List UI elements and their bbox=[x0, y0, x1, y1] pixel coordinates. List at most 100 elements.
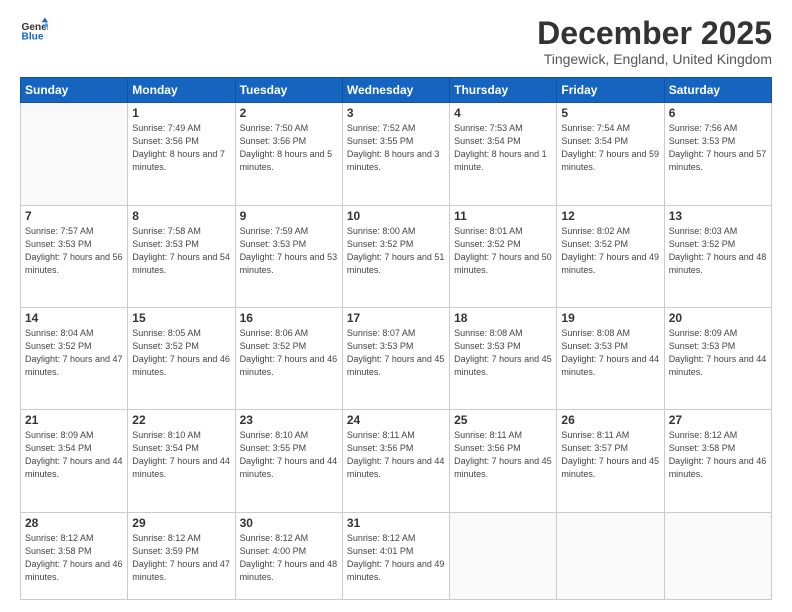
day-number: 26 bbox=[561, 413, 659, 427]
table-row: 14 Sunrise: 8:04 AMSunset: 3:52 PMDaylig… bbox=[21, 307, 128, 409]
table-row: 20 Sunrise: 8:09 AMSunset: 3:53 PMDaylig… bbox=[664, 307, 771, 409]
header-row: Sunday Monday Tuesday Wednesday Thursday… bbox=[21, 78, 772, 103]
title-block: December 2025 Tingewick, England, United… bbox=[537, 16, 772, 67]
table-row bbox=[450, 512, 557, 600]
day-number: 30 bbox=[240, 516, 338, 530]
col-thursday: Thursday bbox=[450, 78, 557, 103]
day-number: 8 bbox=[132, 209, 230, 223]
day-info: Sunrise: 8:12 AMSunset: 3:59 PMDaylight:… bbox=[132, 532, 230, 584]
day-number: 25 bbox=[454, 413, 552, 427]
day-info: Sunrise: 8:10 AMSunset: 3:54 PMDaylight:… bbox=[132, 429, 230, 481]
calendar-table: Sunday Monday Tuesday Wednesday Thursday… bbox=[20, 77, 772, 600]
day-info: Sunrise: 8:03 AMSunset: 3:52 PMDaylight:… bbox=[669, 225, 767, 277]
day-number: 7 bbox=[25, 209, 123, 223]
day-info: Sunrise: 8:09 AMSunset: 3:53 PMDaylight:… bbox=[669, 327, 767, 379]
table-row: 31 Sunrise: 8:12 AMSunset: 4:01 PMDaylig… bbox=[342, 512, 449, 600]
day-info: Sunrise: 7:56 AMSunset: 3:53 PMDaylight:… bbox=[669, 122, 767, 174]
day-number: 13 bbox=[669, 209, 767, 223]
day-info: Sunrise: 7:52 AMSunset: 3:55 PMDaylight:… bbox=[347, 122, 445, 174]
day-number: 29 bbox=[132, 516, 230, 530]
day-number: 15 bbox=[132, 311, 230, 325]
day-info: Sunrise: 7:59 AMSunset: 3:53 PMDaylight:… bbox=[240, 225, 338, 277]
week-row-1: 1 Sunrise: 7:49 AMSunset: 3:56 PMDayligh… bbox=[21, 103, 772, 205]
logo-icon: General Blue bbox=[20, 16, 48, 44]
day-info: Sunrise: 8:11 AMSunset: 3:56 PMDaylight:… bbox=[347, 429, 445, 481]
table-row bbox=[557, 512, 664, 600]
day-number: 10 bbox=[347, 209, 445, 223]
table-row: 18 Sunrise: 8:08 AMSunset: 3:53 PMDaylig… bbox=[450, 307, 557, 409]
table-row: 6 Sunrise: 7:56 AMSunset: 3:53 PMDayligh… bbox=[664, 103, 771, 205]
month-title: December 2025 bbox=[537, 16, 772, 51]
day-number: 4 bbox=[454, 106, 552, 120]
day-number: 19 bbox=[561, 311, 659, 325]
day-number: 16 bbox=[240, 311, 338, 325]
table-row: 4 Sunrise: 7:53 AMSunset: 3:54 PMDayligh… bbox=[450, 103, 557, 205]
day-number: 23 bbox=[240, 413, 338, 427]
day-number: 28 bbox=[25, 516, 123, 530]
day-number: 3 bbox=[347, 106, 445, 120]
day-number: 18 bbox=[454, 311, 552, 325]
week-row-4: 21 Sunrise: 8:09 AMSunset: 3:54 PMDaylig… bbox=[21, 410, 772, 512]
day-info: Sunrise: 8:01 AMSunset: 3:52 PMDaylight:… bbox=[454, 225, 552, 277]
day-info: Sunrise: 8:10 AMSunset: 3:55 PMDaylight:… bbox=[240, 429, 338, 481]
day-info: Sunrise: 8:07 AMSunset: 3:53 PMDaylight:… bbox=[347, 327, 445, 379]
day-info: Sunrise: 7:50 AMSunset: 3:56 PMDaylight:… bbox=[240, 122, 338, 174]
table-row: 22 Sunrise: 8:10 AMSunset: 3:54 PMDaylig… bbox=[128, 410, 235, 512]
logo: General Blue bbox=[20, 16, 48, 44]
day-number: 27 bbox=[669, 413, 767, 427]
table-row: 10 Sunrise: 8:00 AMSunset: 3:52 PMDaylig… bbox=[342, 205, 449, 307]
location: Tingewick, England, United Kingdom bbox=[537, 51, 772, 67]
day-number: 11 bbox=[454, 209, 552, 223]
day-number: 6 bbox=[669, 106, 767, 120]
table-row: 7 Sunrise: 7:57 AMSunset: 3:53 PMDayligh… bbox=[21, 205, 128, 307]
day-info: Sunrise: 8:08 AMSunset: 3:53 PMDaylight:… bbox=[561, 327, 659, 379]
table-row: 16 Sunrise: 8:06 AMSunset: 3:52 PMDaylig… bbox=[235, 307, 342, 409]
day-info: Sunrise: 7:49 AMSunset: 3:56 PMDaylight:… bbox=[132, 122, 230, 174]
day-info: Sunrise: 7:53 AMSunset: 3:54 PMDaylight:… bbox=[454, 122, 552, 174]
day-info: Sunrise: 8:12 AMSunset: 3:58 PMDaylight:… bbox=[669, 429, 767, 481]
table-row: 1 Sunrise: 7:49 AMSunset: 3:56 PMDayligh… bbox=[128, 103, 235, 205]
day-info: Sunrise: 8:11 AMSunset: 3:56 PMDaylight:… bbox=[454, 429, 552, 481]
table-row: 27 Sunrise: 8:12 AMSunset: 3:58 PMDaylig… bbox=[664, 410, 771, 512]
table-row: 25 Sunrise: 8:11 AMSunset: 3:56 PMDaylig… bbox=[450, 410, 557, 512]
day-number: 14 bbox=[25, 311, 123, 325]
day-info: Sunrise: 8:08 AMSunset: 3:53 PMDaylight:… bbox=[454, 327, 552, 379]
table-row: 13 Sunrise: 8:03 AMSunset: 3:52 PMDaylig… bbox=[664, 205, 771, 307]
day-number: 24 bbox=[347, 413, 445, 427]
day-number: 12 bbox=[561, 209, 659, 223]
table-row: 12 Sunrise: 8:02 AMSunset: 3:52 PMDaylig… bbox=[557, 205, 664, 307]
table-row: 30 Sunrise: 8:12 AMSunset: 4:00 PMDaylig… bbox=[235, 512, 342, 600]
day-info: Sunrise: 8:12 AMSunset: 3:58 PMDaylight:… bbox=[25, 532, 123, 584]
day-info: Sunrise: 8:05 AMSunset: 3:52 PMDaylight:… bbox=[132, 327, 230, 379]
week-row-2: 7 Sunrise: 7:57 AMSunset: 3:53 PMDayligh… bbox=[21, 205, 772, 307]
table-row: 3 Sunrise: 7:52 AMSunset: 3:55 PMDayligh… bbox=[342, 103, 449, 205]
day-number: 2 bbox=[240, 106, 338, 120]
day-number: 17 bbox=[347, 311, 445, 325]
col-sunday: Sunday bbox=[21, 78, 128, 103]
table-row: 19 Sunrise: 8:08 AMSunset: 3:53 PMDaylig… bbox=[557, 307, 664, 409]
svg-text:Blue: Blue bbox=[22, 31, 44, 42]
table-row: 24 Sunrise: 8:11 AMSunset: 3:56 PMDaylig… bbox=[342, 410, 449, 512]
table-row: 26 Sunrise: 8:11 AMSunset: 3:57 PMDaylig… bbox=[557, 410, 664, 512]
table-row: 2 Sunrise: 7:50 AMSunset: 3:56 PMDayligh… bbox=[235, 103, 342, 205]
day-info: Sunrise: 7:58 AMSunset: 3:53 PMDaylight:… bbox=[132, 225, 230, 277]
calendar-page: General Blue December 2025 Tingewick, En… bbox=[0, 0, 792, 612]
table-row: 29 Sunrise: 8:12 AMSunset: 3:59 PMDaylig… bbox=[128, 512, 235, 600]
col-tuesday: Tuesday bbox=[235, 78, 342, 103]
day-number: 1 bbox=[132, 106, 230, 120]
table-row: 8 Sunrise: 7:58 AMSunset: 3:53 PMDayligh… bbox=[128, 205, 235, 307]
col-wednesday: Wednesday bbox=[342, 78, 449, 103]
table-row: 28 Sunrise: 8:12 AMSunset: 3:58 PMDaylig… bbox=[21, 512, 128, 600]
day-info: Sunrise: 7:57 AMSunset: 3:53 PMDaylight:… bbox=[25, 225, 123, 277]
day-number: 31 bbox=[347, 516, 445, 530]
day-info: Sunrise: 8:02 AMSunset: 3:52 PMDaylight:… bbox=[561, 225, 659, 277]
col-saturday: Saturday bbox=[664, 78, 771, 103]
col-friday: Friday bbox=[557, 78, 664, 103]
day-info: Sunrise: 8:04 AMSunset: 3:52 PMDaylight:… bbox=[25, 327, 123, 379]
day-info: Sunrise: 8:11 AMSunset: 3:57 PMDaylight:… bbox=[561, 429, 659, 481]
day-info: Sunrise: 8:06 AMSunset: 3:52 PMDaylight:… bbox=[240, 327, 338, 379]
week-row-5: 28 Sunrise: 8:12 AMSunset: 3:58 PMDaylig… bbox=[21, 512, 772, 600]
day-info: Sunrise: 8:00 AMSunset: 3:52 PMDaylight:… bbox=[347, 225, 445, 277]
day-number: 22 bbox=[132, 413, 230, 427]
day-info: Sunrise: 8:12 AMSunset: 4:01 PMDaylight:… bbox=[347, 532, 445, 584]
